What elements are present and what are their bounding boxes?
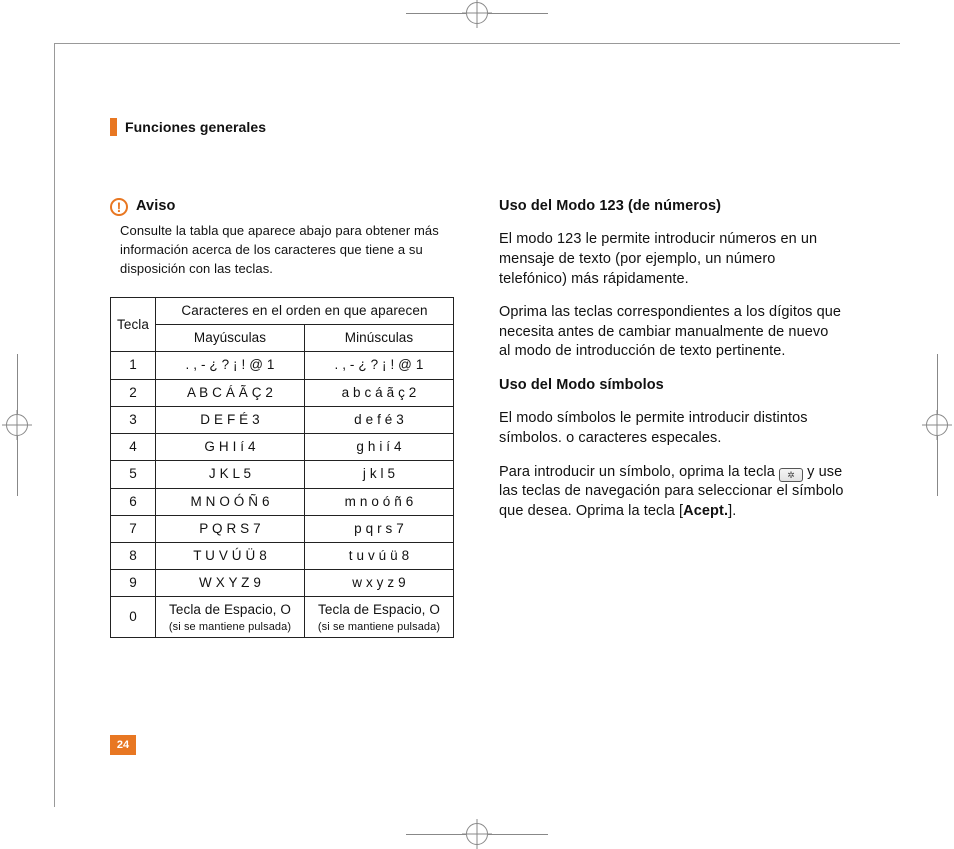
paragraph: El modo 123 le permite introducir número…: [499, 230, 844, 289]
table-cell-lower: j k l 5: [305, 461, 454, 488]
heading-symbol-mode: Uso del Modo símbolos: [499, 376, 844, 396]
table-cell-upper: J K L 5: [156, 461, 305, 488]
table-cell-upper: T U V Ú Ü 8: [156, 542, 305, 569]
crop-mark-top: [0, 2, 954, 24]
section-accent-icon: [110, 118, 117, 136]
table-cell-key: 8: [111, 542, 156, 569]
table-cell-key: 0: [111, 597, 156, 638]
notice-heading: ! Aviso: [110, 197, 455, 217]
notice-label: Aviso: [136, 197, 175, 217]
table-row: 6M N O Ó Ñ 6m n o ó ñ 6: [111, 488, 454, 515]
table-cell-key: 9: [111, 570, 156, 597]
crop-mark-left: [6, 0, 28, 849]
table-cell-key: 2: [111, 379, 156, 406]
table-row: 4G H I í 4g h i í 4: [111, 434, 454, 461]
key-characters-table: Tecla Caracteres en el orden en que apar…: [110, 297, 454, 638]
table-row: 5J K L 5j k l 5: [111, 461, 454, 488]
table-header-key: Tecla: [111, 297, 156, 351]
section-title: Funciones generales: [125, 118, 266, 137]
table-cell-lower: t u v ú ü 8: [305, 542, 454, 569]
table-cell-upper: G H I í 4: [156, 434, 305, 461]
table-header-group: Caracteres en el orden en que aparecen: [156, 297, 454, 324]
table-row: 1. , - ¿ ? ¡ ! @ 1. , - ¿ ? ¡ ! @ 1: [111, 352, 454, 379]
table-cell-lower: . , - ¿ ? ¡ ! @ 1: [305, 352, 454, 379]
table-row: 2A B C Á Ã Ç 2a b c á ã ç 2: [111, 379, 454, 406]
table-cell-lower: d e f é 3: [305, 406, 454, 433]
section-header: Funciones generales: [110, 118, 844, 137]
table-cell-lower: g h i í 4: [305, 434, 454, 461]
table-header-lower: Minúsculas: [305, 325, 454, 352]
table-cell-key: 1: [111, 352, 156, 379]
table-cell-key: 7: [111, 515, 156, 542]
table-row: 9W X Y Z 9w x y z 9: [111, 570, 454, 597]
page-number: 24: [110, 735, 136, 755]
table-cell-key: 6: [111, 488, 156, 515]
table-row: 7P Q R S 7p q r s 7: [111, 515, 454, 542]
paragraph: El modo símbolos le permite introducir d…: [499, 409, 844, 448]
table-cell-lower: Tecla de Espacio, O (si se mantiene puls…: [305, 597, 454, 638]
paragraph: Para introducir un símbolo, oprima la te…: [499, 463, 844, 522]
table-cell-upper: . , - ¿ ? ¡ ! @ 1: [156, 352, 305, 379]
table-row: 3D E F É 3d e f é 3: [111, 406, 454, 433]
crop-mark-right: [926, 0, 948, 849]
table-row: 8T U V Ú Ü 8t u v ú ü 8: [111, 542, 454, 569]
star-key-icon: ✲: [779, 468, 803, 482]
table-cell-lower: w x y z 9: [305, 570, 454, 597]
page-content: Funciones generales ! Aviso Consulte la …: [110, 118, 844, 638]
table-header-upper: Mayúsculas: [156, 325, 305, 352]
table-cell-lower: m n o ó ñ 6: [305, 488, 454, 515]
table-cell-upper: W X Y Z 9: [156, 570, 305, 597]
notice-body: Consulte la tabla que aparece abajo para…: [120, 222, 450, 279]
table-cell-upper: D E F É 3: [156, 406, 305, 433]
table-cell-key: 5: [111, 461, 156, 488]
crop-mark-bottom: [0, 823, 954, 845]
table-cell-lower: a b c á ã ç 2: [305, 379, 454, 406]
paragraph: Oprima las teclas correspondientes a los…: [499, 303, 844, 362]
heading-123-mode: Uso del Modo 123 (de números): [499, 197, 844, 217]
table-cell-key: 4: [111, 434, 156, 461]
accept-key-label: Acept.: [683, 503, 728, 519]
alert-icon: !: [110, 198, 128, 216]
table-cell-upper: M N O Ó Ñ 6: [156, 488, 305, 515]
table-cell-lower: p q r s 7: [305, 515, 454, 542]
table-cell-upper: A B C Á Ã Ç 2: [156, 379, 305, 406]
table-cell-key: 3: [111, 406, 156, 433]
left-column: ! Aviso Consulte la tabla que aparece ab…: [110, 197, 455, 638]
table-cell-upper: Tecla de Espacio, O (si se mantiene puls…: [156, 597, 305, 638]
right-column: Uso del Modo 123 (de números) El modo 12…: [499, 197, 844, 638]
table-cell-upper: P Q R S 7: [156, 515, 305, 542]
